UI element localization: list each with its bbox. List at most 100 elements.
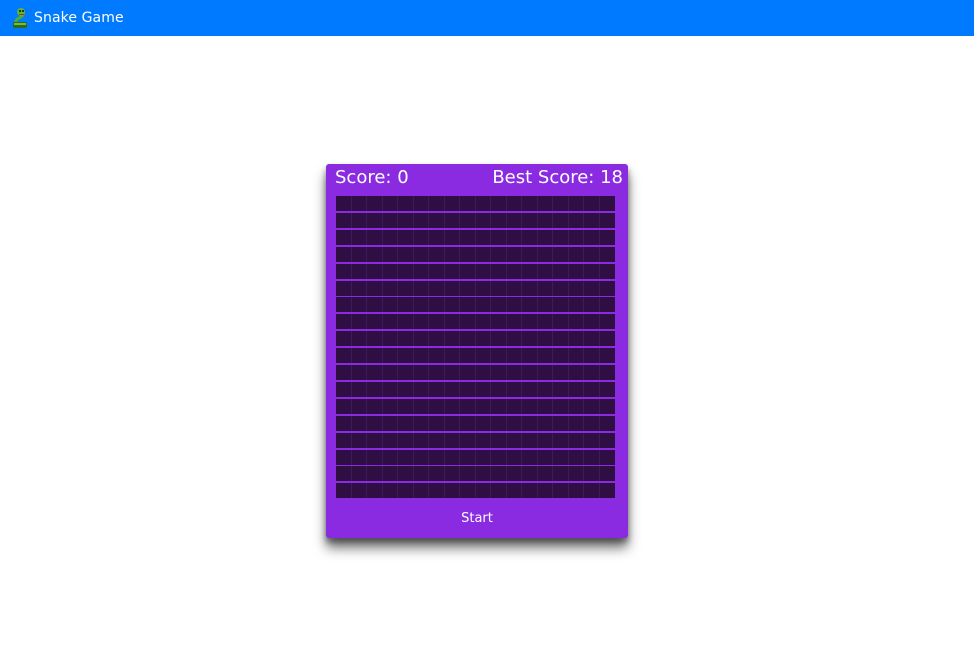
board-cell	[460, 466, 476, 482]
board-cell	[475, 314, 491, 330]
app-title: Snake Game	[34, 10, 124, 26]
board-cell	[506, 449, 522, 465]
board-cell	[553, 263, 569, 279]
board-cell	[413, 280, 429, 296]
board-cell	[351, 246, 367, 262]
board-cell	[475, 432, 491, 448]
board-cell	[568, 398, 584, 414]
board-cell	[398, 314, 414, 330]
board-cell	[429, 297, 445, 313]
board-row	[336, 212, 615, 228]
board-cell	[599, 297, 615, 313]
board-cell	[475, 415, 491, 431]
board-cell	[413, 398, 429, 414]
board-cell	[382, 331, 398, 347]
board-cell	[351, 466, 367, 482]
board-cell	[367, 297, 383, 313]
board-cell	[491, 415, 507, 431]
board-cell	[444, 365, 460, 380]
board-cell	[599, 331, 615, 347]
board-cell	[460, 449, 476, 465]
board-cell	[413, 466, 429, 482]
board-cell	[584, 398, 600, 414]
board-cell	[367, 432, 383, 448]
board-row	[336, 229, 615, 245]
board-cell	[460, 280, 476, 296]
board-cell	[444, 348, 460, 364]
board-cell	[336, 415, 352, 431]
board-cell	[537, 263, 553, 279]
board-cell	[599, 432, 615, 448]
board-cell	[553, 246, 569, 262]
board-cell	[460, 415, 476, 431]
board-cell	[584, 483, 600, 499]
board-cell	[460, 229, 476, 245]
board-cell	[351, 449, 367, 465]
start-button[interactable]: Start	[437, 507, 517, 529]
board-cell	[367, 449, 383, 465]
board-cell	[444, 229, 460, 245]
board-cell	[398, 432, 414, 448]
board-cell	[553, 449, 569, 465]
board-cell	[336, 483, 352, 499]
board-cell	[382, 415, 398, 431]
board-cell	[584, 280, 600, 296]
board-cell	[599, 314, 615, 330]
board-cell	[351, 331, 367, 347]
board-cell	[491, 381, 507, 397]
board-cell	[382, 381, 398, 397]
board-cell	[429, 365, 445, 380]
board-cell	[491, 432, 507, 448]
board-cell	[429, 196, 445, 211]
board-cell	[475, 449, 491, 465]
board-cell	[491, 331, 507, 347]
board-cell	[444, 297, 460, 313]
score-display: Score: 0	[335, 167, 409, 188]
board-cell	[413, 263, 429, 279]
board-cell	[553, 466, 569, 482]
board-cell	[429, 432, 445, 448]
board-cell	[460, 398, 476, 414]
board-cell	[599, 348, 615, 364]
board-cell	[351, 196, 367, 211]
board-row	[336, 449, 615, 465]
board-cell	[351, 348, 367, 364]
board-cell	[413, 212, 429, 228]
board-cell	[460, 331, 476, 347]
board-cell	[506, 314, 522, 330]
board-row	[336, 466, 615, 482]
board-cell	[398, 449, 414, 465]
board-cell	[537, 297, 553, 313]
board-cell	[351, 297, 367, 313]
board-cell	[444, 398, 460, 414]
board-cell	[460, 432, 476, 448]
board-cell	[491, 229, 507, 245]
board-cell	[351, 212, 367, 228]
game-board[interactable]	[336, 196, 615, 499]
board-cell	[413, 365, 429, 380]
board-cell	[553, 331, 569, 347]
board-cell	[491, 263, 507, 279]
board-cell	[351, 415, 367, 431]
board-cell	[336, 449, 352, 465]
board-cell	[599, 246, 615, 262]
board-cell	[599, 466, 615, 482]
board-cell	[584, 263, 600, 279]
score-row: Score: 0 Best Score: 18	[326, 164, 628, 192]
board-cell	[568, 229, 584, 245]
board-cell	[584, 415, 600, 431]
snake-icon	[10, 7, 30, 29]
board-cell	[367, 331, 383, 347]
board-cell	[537, 466, 553, 482]
board-cell	[568, 348, 584, 364]
board-cell	[522, 483, 538, 499]
board-cell	[537, 229, 553, 245]
board-cell	[522, 449, 538, 465]
board-cell	[522, 314, 538, 330]
board-cell	[336, 381, 352, 397]
board-cell	[475, 246, 491, 262]
board-cell	[413, 483, 429, 499]
board-cell	[460, 212, 476, 228]
board-cell	[382, 212, 398, 228]
board-cell	[382, 449, 398, 465]
